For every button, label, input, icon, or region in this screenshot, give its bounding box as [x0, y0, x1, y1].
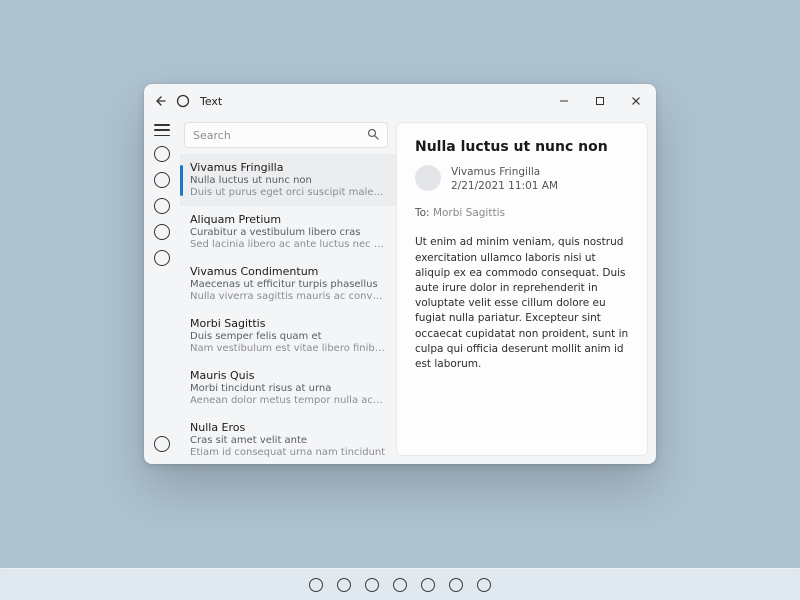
- list-item-subject: Maecenas ut efficitur turpis phasellus: [190, 279, 386, 290]
- reading-pane: Nulla luctus ut nunc non Vivamus Fringil…: [396, 122, 648, 456]
- message-list-column: Search Vivamus FringillaNulla luctus ut …: [180, 118, 396, 464]
- list-item-from: Aliquam Pretium: [190, 213, 386, 226]
- list-item-subject: Nulla luctus ut nunc non: [190, 175, 386, 186]
- list-item-subject: Curabitur a vestibulum libero cras: [190, 227, 386, 238]
- search-placeholder: Search: [193, 129, 231, 142]
- list-item-from: Vivamus Condimentum: [190, 265, 386, 278]
- list-item-preview: Aenean dolor metus tempor nulla ac dapib…: [190, 395, 386, 406]
- app-icon: [176, 94, 190, 108]
- title-bar[interactable]: Text: [144, 84, 656, 118]
- taskbar-item-icon[interactable]: [337, 578, 351, 592]
- close-button[interactable]: [618, 87, 654, 115]
- list-item-subject: Duis semper felis quam et: [190, 331, 386, 342]
- search-input[interactable]: Search: [184, 122, 388, 148]
- maximize-button[interactable]: [582, 87, 618, 115]
- list-item-subject: Morbi tincidunt risus at urna: [190, 383, 386, 394]
- taskbar-item-icon[interactable]: [365, 578, 379, 592]
- nav-item-icon[interactable]: [154, 172, 170, 188]
- list-item-from: Vivamus Fringilla: [190, 161, 386, 174]
- reading-body: Ut enim ad minim veniam, quis nostrud ex…: [415, 235, 629, 372]
- list-item-preview: Nam vestibulum est vitae libero finibus …: [190, 343, 386, 354]
- nav-item-icon[interactable]: [154, 436, 170, 452]
- reading-subject: Nulla luctus ut nunc non: [415, 139, 629, 155]
- minimize-button[interactable]: [546, 87, 582, 115]
- window-title: Text: [200, 95, 222, 108]
- taskbar-item-icon[interactable]: [393, 578, 407, 592]
- list-item-from: Nulla Eros: [190, 421, 386, 434]
- hamburger-icon[interactable]: [154, 124, 170, 136]
- taskbar-item-icon[interactable]: [421, 578, 435, 592]
- list-item-preview: Nulla viverra sagittis mauris ac convall…: [190, 291, 386, 302]
- taskbar-item-icon[interactable]: [309, 578, 323, 592]
- list-item[interactable]: Morbi SagittisDuis semper felis quam etN…: [180, 310, 396, 362]
- reading-to-label: To:: [415, 207, 430, 219]
- nav-item-icon[interactable]: [154, 250, 170, 266]
- reading-from: Vivamus Fringilla: [451, 165, 558, 179]
- avatar: [415, 165, 441, 191]
- nav-item-icon[interactable]: [154, 198, 170, 214]
- back-arrow-icon[interactable]: [154, 95, 166, 107]
- search-icon: [367, 128, 379, 143]
- nav-rail: [144, 118, 180, 464]
- list-item[interactable]: Aliquam PretiumCurabitur a vestibulum li…: [180, 206, 396, 258]
- list-item-from: Morbi Sagittis: [190, 317, 386, 330]
- nav-item-icon[interactable]: [154, 146, 170, 162]
- list-item[interactable]: Nulla ErosCras sit amet velit anteEtiam …: [180, 414, 396, 464]
- taskbar-item-icon[interactable]: [477, 578, 491, 592]
- nav-item-icon[interactable]: [154, 224, 170, 240]
- list-item-preview: Sed lacinia libero ac ante luctus nec in…: [190, 239, 386, 250]
- reading-datetime: 2/21/2021 11:01 AM: [451, 179, 558, 193]
- app-window: Text S: [144, 84, 656, 464]
- list-item-preview: Etiam id consequat urna nam tincidunt: [190, 447, 386, 458]
- list-item[interactable]: Vivamus CondimentumMaecenas ut efficitur…: [180, 258, 396, 310]
- taskbar-item-icon[interactable]: [449, 578, 463, 592]
- list-item-from: Mauris Quis: [190, 369, 386, 382]
- reading-to-value: Morbi Sagittis: [433, 207, 505, 219]
- list-item[interactable]: Vivamus FringillaNulla luctus ut nunc no…: [180, 154, 396, 206]
- taskbar[interactable]: [0, 568, 800, 600]
- list-item-subject: Cras sit amet velit ante: [190, 435, 386, 446]
- list-item[interactable]: Mauris QuisMorbi tincidunt risus at urna…: [180, 362, 396, 414]
- message-list[interactable]: Vivamus FringillaNulla luctus ut nunc no…: [180, 154, 396, 464]
- list-item-preview: Duis ut purus eget orci suscipit malesua…: [190, 187, 386, 198]
